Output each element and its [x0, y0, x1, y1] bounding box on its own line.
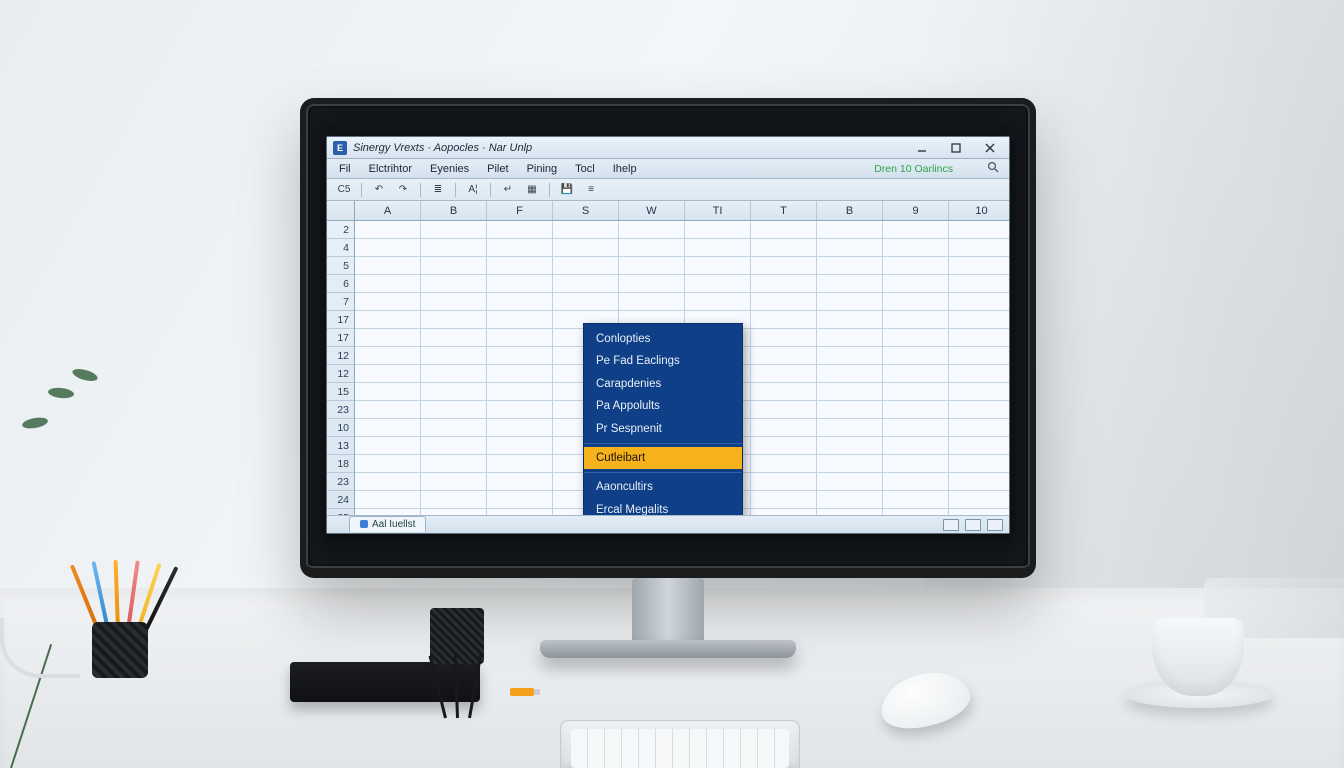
pencil-cup: [80, 588, 164, 678]
screen: E Sinergy Vrexts · Aopocles · Nar Unlp: [310, 108, 1026, 564]
column-header[interactable]: S: [553, 201, 619, 220]
row-header[interactable]: 18: [327, 455, 354, 473]
view-page-button[interactable]: [965, 519, 981, 531]
row-header[interactable]: 10: [327, 419, 354, 437]
header-status-text: Dren 10 Oarlincs: [874, 163, 967, 175]
row-header[interactable]: 5: [327, 257, 354, 275]
plant-leaf: [71, 367, 99, 384]
row-header[interactable]: 23: [327, 473, 354, 491]
wrap-button[interactable]: ↵: [499, 182, 517, 198]
pencil: [126, 560, 140, 630]
select-all-corner[interactable]: [327, 201, 355, 221]
context-menu-item[interactable]: Pa Appolults: [584, 395, 742, 417]
row-header[interactable]: 17: [327, 329, 354, 347]
font-button[interactable]: A¦: [464, 182, 482, 198]
context-menu-item[interactable]: Pe Fad Eaclings: [584, 350, 742, 372]
list-button[interactable]: ≡: [582, 182, 600, 198]
app-icon: E: [333, 141, 347, 155]
align-button[interactable]: ≣: [429, 182, 447, 198]
row-header[interactable]: 15: [327, 383, 354, 401]
context-menu-item[interactable]: Conlopties: [584, 328, 742, 350]
column-header[interactable]: F: [487, 201, 553, 220]
close-button[interactable]: [979, 140, 1001, 156]
menu-file[interactable]: Fil: [337, 162, 353, 176]
context-menu-item[interactable]: Cutleibart: [584, 447, 742, 469]
name-box[interactable]: C5: [335, 182, 353, 198]
row-header[interactable]: 12: [327, 347, 354, 365]
column-header[interactable]: 10: [949, 201, 1009, 220]
row-header[interactable]: 25: [327, 509, 354, 515]
sheet-area[interactable]: ABFSWTITB910 245671717121215231013182324…: [327, 201, 1009, 515]
context-menu-item[interactable]: Ercal Megalits: [584, 499, 742, 515]
row-header[interactable]: 17: [327, 311, 354, 329]
sheet-tab-label: Aal Iuellst: [372, 519, 415, 530]
sheet-tab-icon: [360, 520, 368, 528]
column-header[interactable]: 9: [883, 201, 949, 220]
cell-grid[interactable]: [355, 221, 1009, 515]
row-header[interactable]: 7: [327, 293, 354, 311]
column-headers[interactable]: ABFSWTITB910: [355, 201, 1009, 221]
row-header[interactable]: 4: [327, 239, 354, 257]
notebook: [290, 662, 480, 702]
column-header[interactable]: W: [619, 201, 685, 220]
view-break-button[interactable]: [987, 519, 1003, 531]
row-header[interactable]: 13: [327, 437, 354, 455]
plant-leaf: [21, 416, 48, 430]
maximize-button[interactable]: [945, 140, 967, 156]
menubar: Fil Elctrihtor Eyenies Pilet Pining Tocl…: [327, 159, 1009, 179]
menu-help[interactable]: Ihelp: [611, 162, 639, 176]
row-header[interactable]: 23: [327, 401, 354, 419]
menu-format[interactable]: Pining: [525, 162, 560, 176]
context-menu-item[interactable]: Pr Sespnenit: [584, 418, 742, 440]
monitor: E Sinergy Vrexts · Aopocles · Nar Unlp: [300, 98, 1036, 578]
mesh-pen-cup: [430, 608, 484, 664]
table-button[interactable]: ▦: [523, 182, 541, 198]
row-header[interactable]: 6: [327, 275, 354, 293]
context-menu-item[interactable]: Carapdenies: [584, 373, 742, 395]
minimize-button[interactable]: [911, 140, 933, 156]
context-menu: ConloptiesPe Fad EaclingsCarapdeniesPa A…: [583, 323, 743, 515]
pencil: [114, 560, 120, 630]
menu-tools[interactable]: Tocl: [573, 162, 597, 176]
keyboard: [560, 720, 800, 768]
window-controls: [911, 140, 1005, 156]
column-header[interactable]: B: [817, 201, 883, 220]
plant-leaf: [48, 387, 75, 400]
toolbar: C5 ↶ ↷ ≣ A¦ ↵ ▦ 💾 ≡: [327, 179, 1009, 201]
column-header[interactable]: A: [355, 201, 421, 220]
row-headers[interactable]: 24567171712121523101318232425: [327, 221, 355, 515]
titlebar[interactable]: E Sinergy Vrexts · Aopocles · Nar Unlp: [327, 137, 1009, 159]
menu-view[interactable]: Eyenies: [428, 162, 471, 176]
window-title: Sinergy Vrexts · Aopocles · Nar Unlp: [353, 142, 532, 154]
row-header[interactable]: 12: [327, 365, 354, 383]
row-header[interactable]: 24: [327, 491, 354, 509]
statusbar: Aal Iuellst: [327, 515, 1009, 533]
coffee-cup: [1124, 680, 1274, 708]
usb-stick: [510, 688, 534, 696]
context-menu-item[interactable]: Aaoncultirs: [584, 476, 742, 498]
spreadsheet-window: E Sinergy Vrexts · Aopocles · Nar Unlp: [326, 136, 1010, 534]
sheet-tab[interactable]: Aal Iuellst: [349, 516, 426, 532]
column-header[interactable]: T: [751, 201, 817, 220]
column-header[interactable]: B: [421, 201, 487, 220]
row-header[interactable]: 2: [327, 221, 354, 239]
cup-body: [92, 622, 148, 678]
view-normal-button[interactable]: [943, 519, 959, 531]
undo-button[interactable]: ↶: [370, 182, 388, 198]
column-header[interactable]: TI: [685, 201, 751, 220]
save-button[interactable]: 💾: [558, 182, 576, 198]
menu-insert[interactable]: Pilet: [485, 162, 510, 176]
search-icon[interactable]: [987, 161, 999, 176]
menu-edit[interactable]: Elctrihtor: [367, 162, 414, 176]
monitor-stand-base: [540, 640, 796, 658]
monitor-stand-neck: [632, 578, 704, 648]
redo-button[interactable]: ↷: [394, 182, 412, 198]
